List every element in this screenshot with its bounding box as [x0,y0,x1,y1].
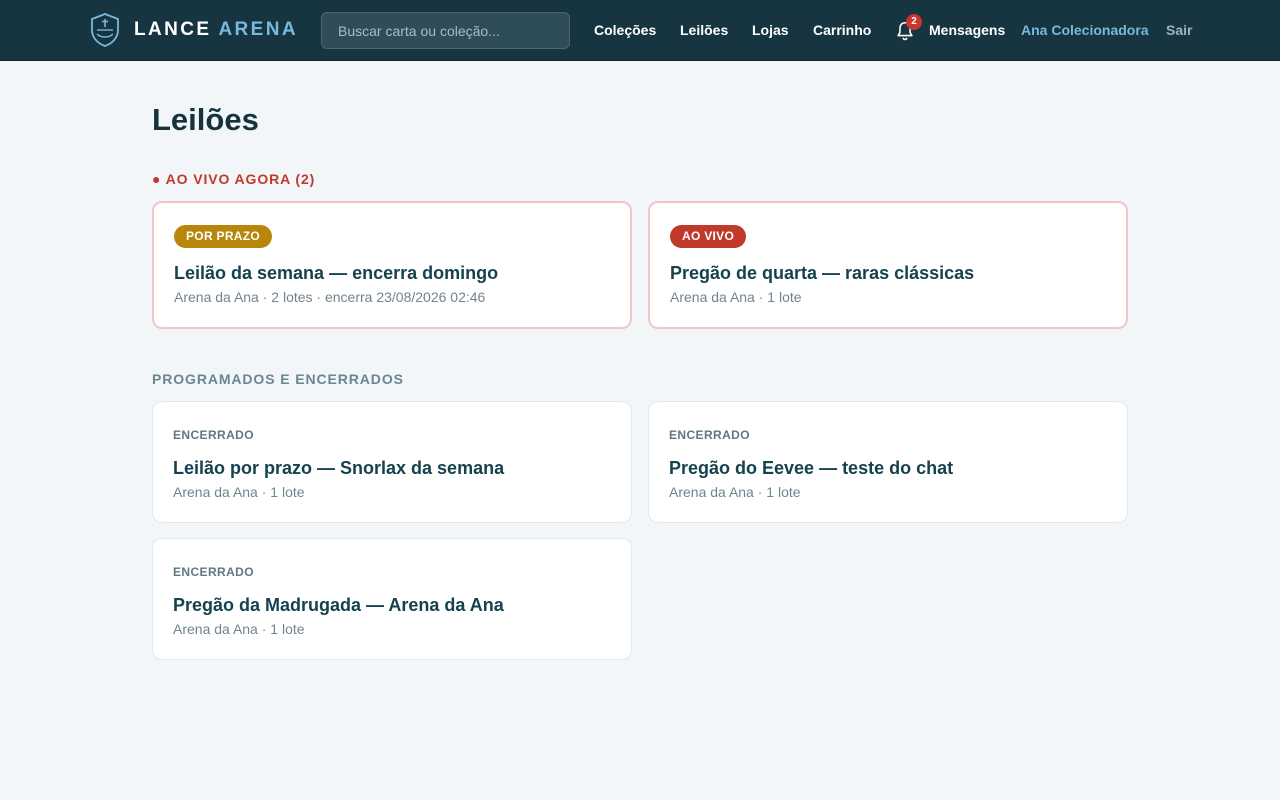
logo-word-arena: ARENA [218,19,298,40]
home-logo-link[interactable]: LANCE ARENA [90,13,298,47]
logo-text: LANCE ARENA [134,19,298,41]
auction-title: Pregão da Madrugada — Arena da Ana [173,595,504,615]
status-label: ENCERRADO [173,428,254,442]
nav-link-leiloes[interactable]: Leilões [680,21,728,39]
status-label: ENCERRADO [173,565,254,579]
live-badge: AO VIVO [670,225,747,248]
auction-meta: Arena da Ana · 2 lotes · encerra 23/08/2… [174,289,486,305]
auction-title: Leilão da semana — encerra domingo [174,263,499,283]
auction-meta: Arena da Ana · 1 lote [173,621,305,637]
auction-card-live[interactable]: AO VIVO Pregão de quarta — raras clássic… [648,201,1128,329]
auction-title: Pregão do Eevee — teste do chat [669,458,954,478]
notification-count-badge: 2 [906,14,922,30]
auction-card-closed[interactable]: ENCERRADO Pregão da Madrugada — Arena da… [152,538,632,660]
nav-link-colecoes[interactable]: Coleções [594,21,656,39]
past-section-heading: PROGRAMADOS E ENCERRADOS [152,371,404,387]
nav-link-lojas[interactable]: Lojas [752,21,789,39]
shield-logo-icon [90,13,120,47]
page-title: Leilões [152,102,259,137]
nav-link-carrinho[interactable]: Carrinho [813,21,871,39]
search-input[interactable] [321,12,570,49]
auction-card-closed[interactable]: ENCERRADO Pregão do Eevee — teste do cha… [648,401,1128,523]
logout-link[interactable]: Sair [1166,21,1192,39]
live-section-heading: ● AO VIVO AGORA (2) [152,171,316,187]
logo-word-lance: LANCE [134,19,212,40]
auction-meta: Arena da Ana · 1 lote [670,289,802,305]
auction-meta: Arena da Ana · 1 lote [173,484,305,500]
auction-card-live[interactable]: POR PRAZO Leilão da semana — encerra dom… [152,201,632,329]
status-label: ENCERRADO [669,428,750,442]
user-profile-link[interactable]: Ana Colecionadora [1021,21,1149,39]
auction-title: Pregão de quarta — raras clássicas [670,263,975,283]
top-navigation-bar: LANCE ARENA Coleções Leilões Lojas Carri… [0,0,1280,61]
nav-link-mensagens[interactable]: Mensagens [929,21,1005,39]
deadline-badge: POR PRAZO [174,225,273,248]
auction-title: Leilão por prazo — Snorlax da semana [173,458,505,478]
auction-meta: Arena da Ana · 1 lote [669,484,801,500]
auction-card-closed[interactable]: ENCERRADO Leilão por prazo — Snorlax da … [152,401,632,523]
